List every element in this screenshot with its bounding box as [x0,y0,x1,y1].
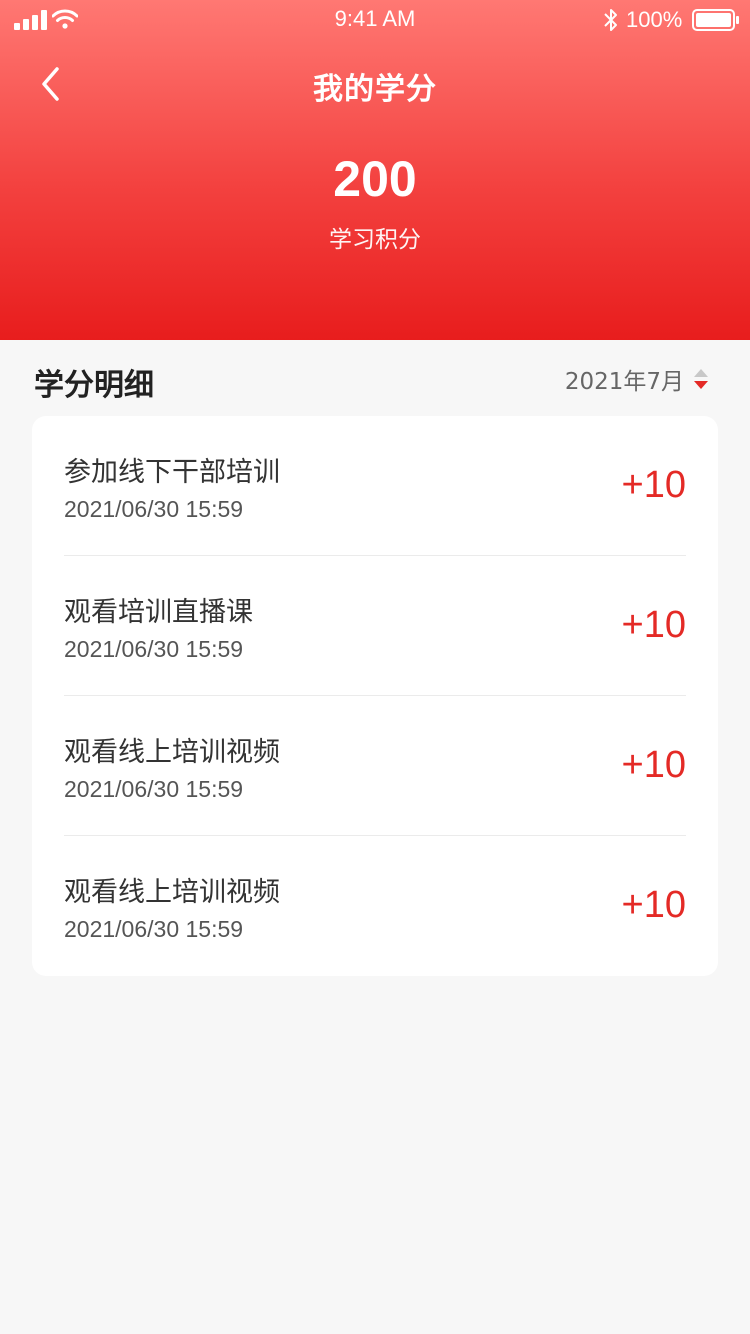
status-bar: 9:41 AM 100% [0,0,750,40]
record-item[interactable]: 观看线上培训视频 2021/06/30 15:59 +10 [64,696,686,836]
record-points: +10 [621,604,686,646]
header: 9:41 AM 100% 我的学分 200 学习积分 [0,0,750,340]
page-title: 我的学分 [313,72,437,107]
record-title: 观看线上培训视频 [64,737,280,768]
record-item[interactable]: 参加线下干部培训 2021/06/30 15:59 +10 [64,416,686,556]
bluetooth-icon [604,9,617,31]
records-card: 参加线下干部培训 2021/06/30 15:59 +10 观看培训直播课 20… [32,416,718,976]
score-value: 200 [333,151,417,207]
record-time: 2021/06/30 15:59 [64,916,244,942]
battery-percentage: 100% [626,7,683,32]
month-label: 2021年7月 [564,369,684,395]
record-points: +10 [621,464,686,506]
record-title: 参加线下干部培训 [64,457,280,488]
record-title: 观看培训直播课 [64,597,253,628]
battery-icon [692,9,739,31]
sort-caret-icon [694,369,708,389]
record-time: 2021/06/30 15:59 [64,776,244,802]
record-time: 2021/06/30 15:59 [64,496,244,522]
section-title: 学分明细 [34,368,154,403]
record-title: 观看线上培训视频 [64,877,280,908]
record-time: 2021/06/30 15:59 [64,636,244,662]
record-points: +10 [621,884,686,926]
record-item[interactable]: 观看线上培训视频 2021/06/30 15:59 +10 [64,836,686,976]
month-picker[interactable]: 2021年7月 [565,362,710,396]
record-item[interactable]: 观看培训直播课 2021/06/30 15:59 +10 [64,556,686,696]
record-points: +10 [621,744,686,786]
score-label: 学习积分 [329,227,421,253]
